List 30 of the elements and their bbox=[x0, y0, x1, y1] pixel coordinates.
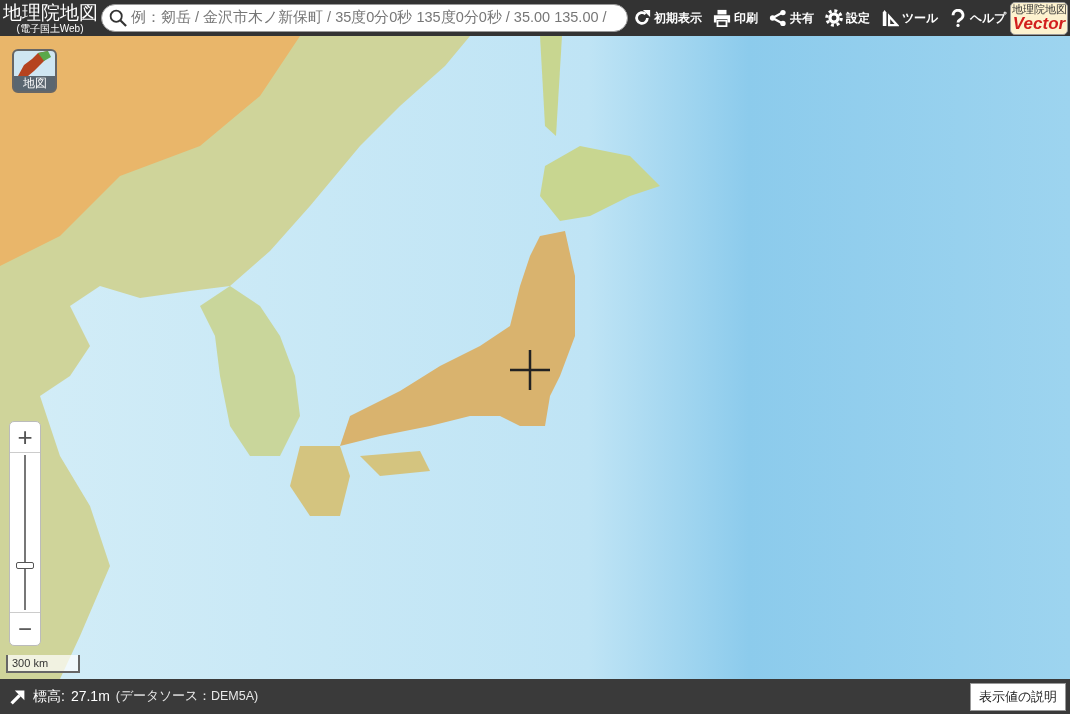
zoom-in-button[interactable]: + bbox=[10, 422, 40, 453]
print-button[interactable]: 印刷 bbox=[713, 4, 758, 32]
help-button[interactable]: ヘルプ bbox=[949, 4, 1006, 32]
arrow-icon bbox=[10, 688, 26, 705]
gear-icon bbox=[825, 9, 843, 27]
zoom-out-button[interactable]: − bbox=[10, 612, 40, 645]
zoom-slider-thumb[interactable] bbox=[16, 561, 34, 569]
vector-badge[interactable]: 地理院地図 Vector bbox=[1010, 1, 1068, 35]
scale-bar: 300 km bbox=[6, 655, 80, 673]
reset-view-button[interactable]: 初期表示 bbox=[633, 4, 702, 32]
elevation-value: 27.1m bbox=[70, 687, 110, 706]
crosshair-icon bbox=[510, 350, 550, 390]
share-icon bbox=[769, 9, 787, 27]
search-icon bbox=[109, 9, 127, 27]
pencil-ruler-icon bbox=[881, 9, 899, 27]
logo-subtitle: (電子国土Web) bbox=[16, 22, 84, 34]
logo-title: 地理院地図 bbox=[2, 2, 98, 23]
map-thumbnail-icon bbox=[14, 51, 55, 76]
search-field[interactable]: 例：剱岳 / 金沢市木ノ新保町 / 35度0分0秒 135度0分0秒 / 35.00 135.00 / bbox=[101, 4, 628, 32]
refresh-icon bbox=[633, 9, 651, 27]
layer-button[interactable]: 地図 bbox=[12, 49, 57, 93]
share-button[interactable]: 共有 bbox=[769, 4, 814, 32]
settings-button[interactable]: 設定 bbox=[825, 4, 870, 32]
zoom-slider-track[interactable] bbox=[15, 455, 35, 610]
elevation-label: 標高: bbox=[33, 687, 65, 706]
question-mark-icon bbox=[949, 9, 967, 27]
tools-button[interactable]: ツール bbox=[881, 4, 938, 32]
printer-icon bbox=[713, 9, 731, 27]
explanation-button[interactable]: 表示値の説明 bbox=[970, 682, 1066, 711]
data-source-text: (データソース：DEM5A) bbox=[115, 688, 259, 706]
